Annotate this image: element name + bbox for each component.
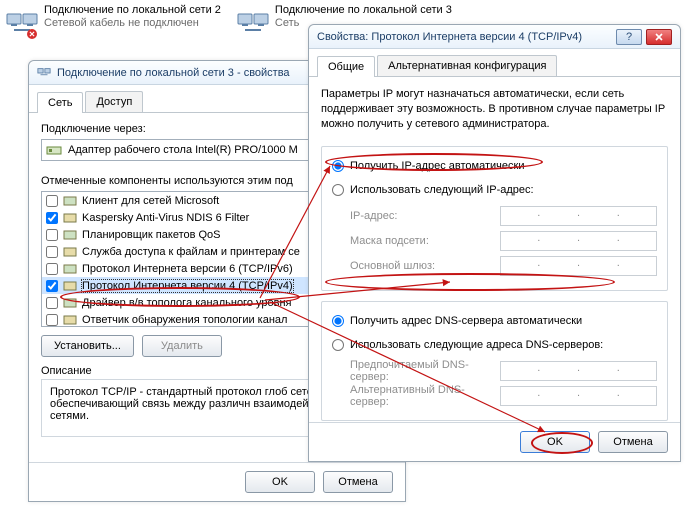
annotation-arrows xyxy=(0,0,690,510)
